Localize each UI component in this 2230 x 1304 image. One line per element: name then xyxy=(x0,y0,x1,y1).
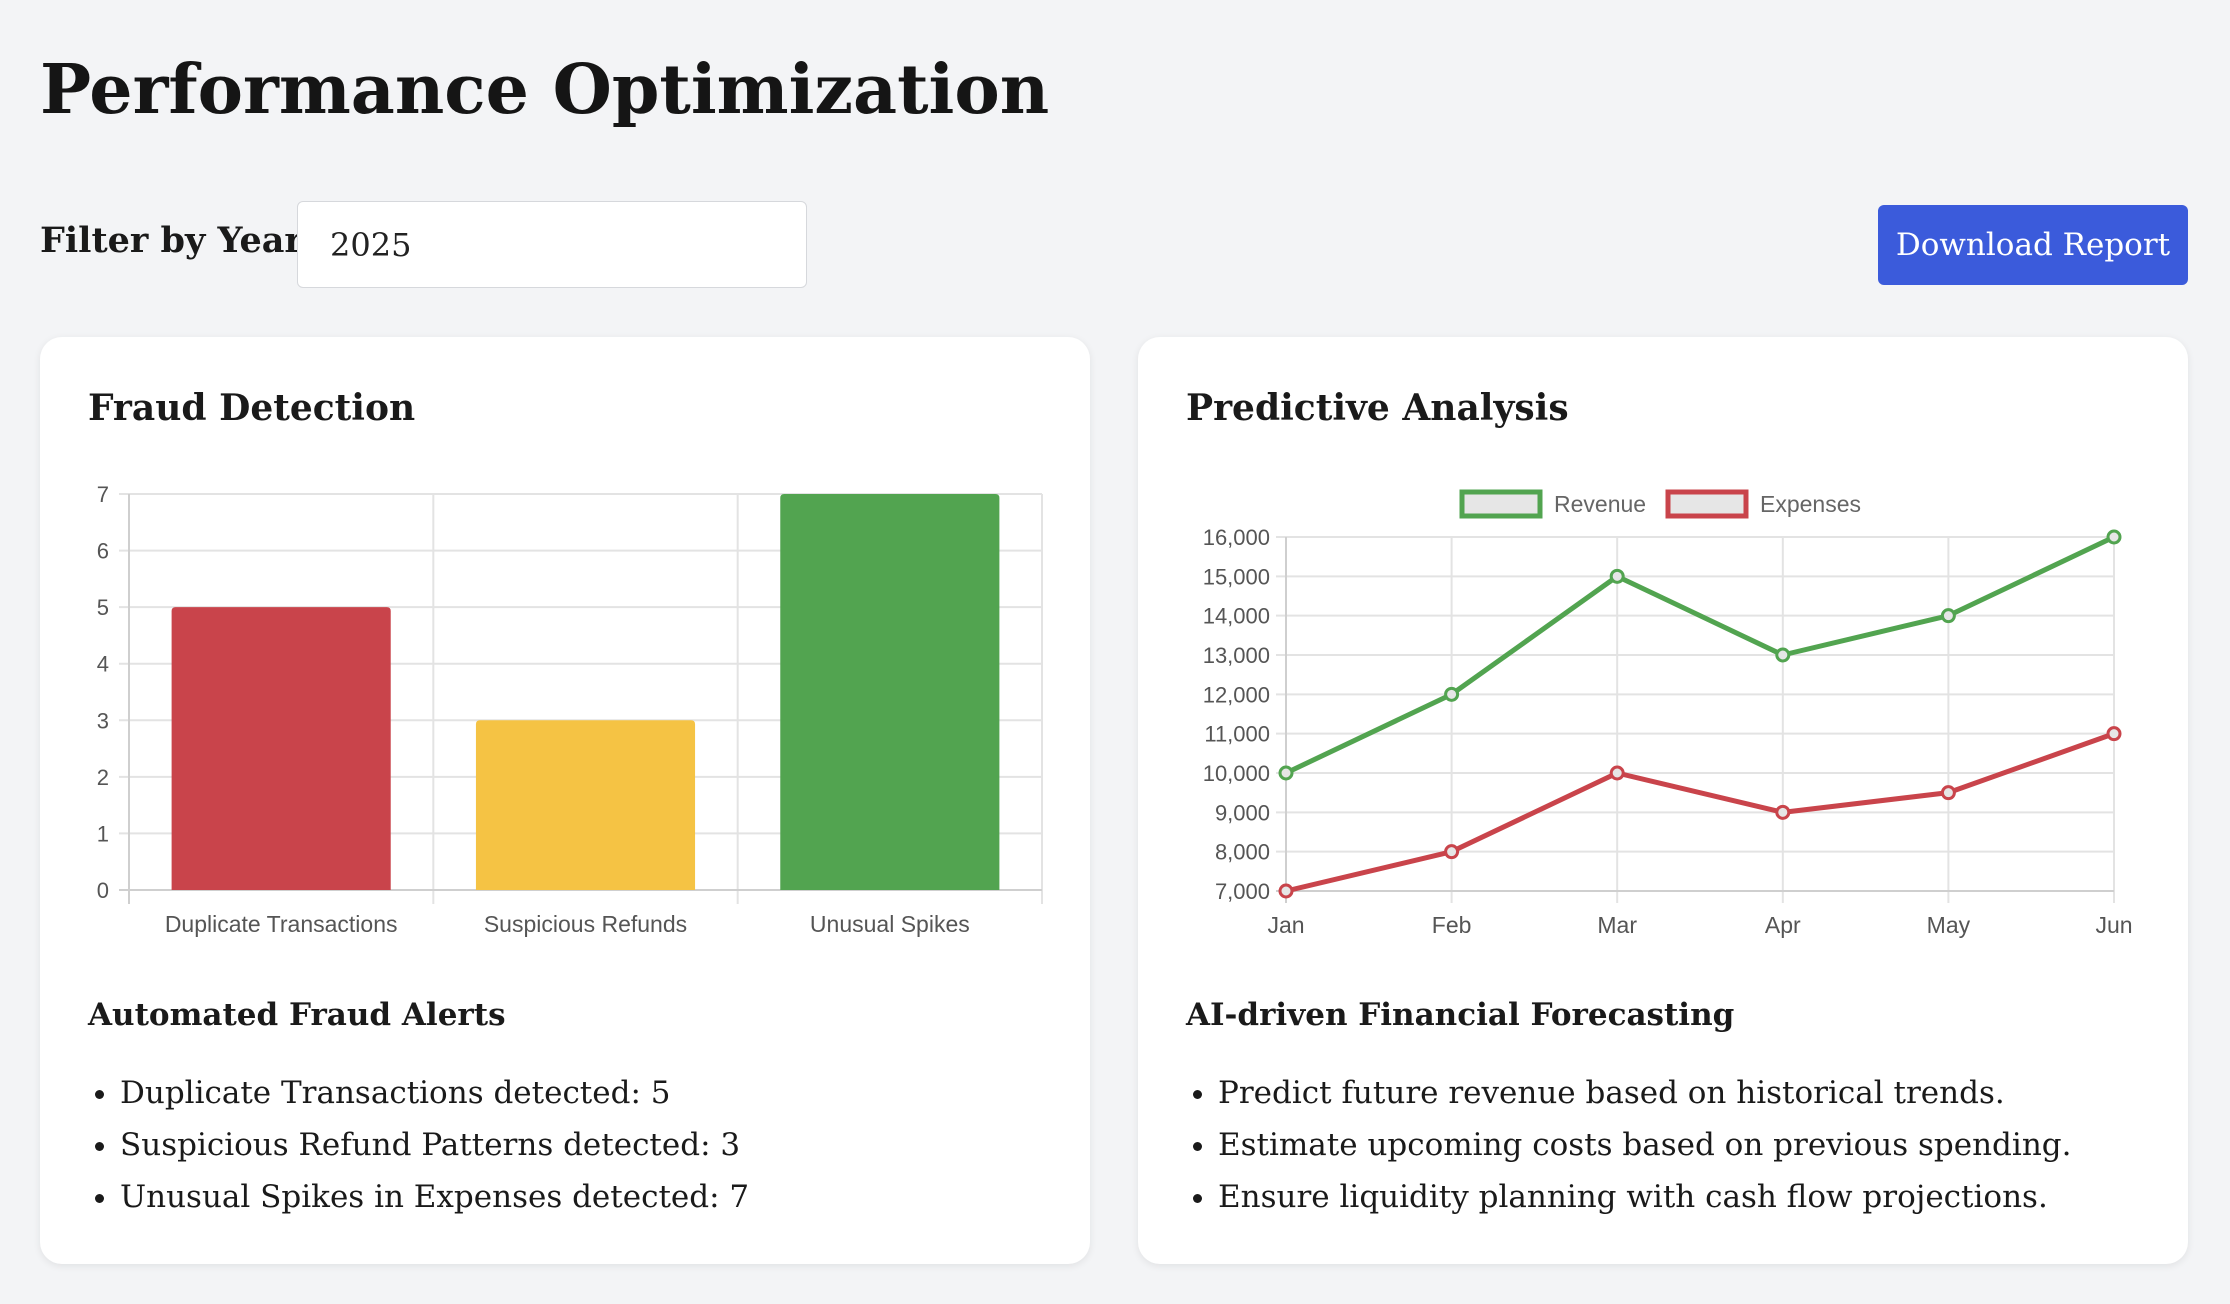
legend-label: Expenses xyxy=(1760,491,1861,517)
legend-label: Revenue xyxy=(1554,491,1646,517)
y-tick-label: 11,000 xyxy=(1204,722,1270,747)
y-tick-label: 13,000 xyxy=(1203,643,1270,668)
data-point xyxy=(1609,568,1625,584)
bar xyxy=(475,720,696,890)
data-point xyxy=(2106,726,2122,742)
y-tick-label: 9,000 xyxy=(1215,800,1270,825)
x-tick-label: Jun xyxy=(2095,912,2132,938)
data-point xyxy=(1609,765,1625,781)
page-title: Performance Optimization xyxy=(40,50,1050,130)
data-point xyxy=(1444,844,1460,860)
y-tick-label: 5 xyxy=(97,595,109,620)
list-item: Predict future revenue based on historic… xyxy=(1218,1067,2071,1119)
y-tick-label: 2 xyxy=(97,765,109,790)
x-tick-label: Duplicate Transactions xyxy=(165,911,398,937)
fraud-alerts-list: Duplicate Transactions detected: 5 Suspi… xyxy=(120,1067,749,1223)
list-item: Duplicate Transactions detected: 5 xyxy=(120,1067,749,1119)
y-tick-label: 14,000 xyxy=(1203,604,1270,629)
data-point xyxy=(2106,529,2122,545)
legend-swatch xyxy=(1459,489,1543,519)
list-item: Estimate upcoming costs based on previou… xyxy=(1218,1119,2071,1171)
forecasting-title: AI-driven Financial Forecasting xyxy=(1186,997,1735,1033)
legend-swatch xyxy=(1665,489,1749,519)
fraud-detection-card: Fraud Detection 0 1 2 3 4 5 6 7 Duplicate Transa… xyxy=(40,337,1090,1264)
x-tick-label: May xyxy=(1927,912,1971,938)
y-tick-label: 6 xyxy=(97,539,109,564)
x-tick-label: Suspicious Refunds xyxy=(484,911,687,937)
y-tick-label: 12,000 xyxy=(1203,682,1270,707)
forecasting-list: Predict future revenue based on historic… xyxy=(1218,1067,2071,1223)
data-point xyxy=(1775,804,1791,820)
x-tick-label: Unusual Spikes xyxy=(810,911,970,937)
y-tick-label: 0 xyxy=(97,878,109,903)
y-tick-label: 3 xyxy=(97,708,109,733)
y-tick-label: 1 xyxy=(97,821,109,846)
fraud-alerts-title: Automated Fraud Alerts xyxy=(88,997,506,1033)
y-tick-label: 16,000 xyxy=(1203,525,1270,550)
list-item: Suspicious Refund Patterns detected: 3 xyxy=(120,1119,749,1171)
y-tick-label: 4 xyxy=(97,652,109,677)
fraud-bar-chart: 0 1 2 3 4 5 6 7 Duplicate Transactions Suspicious… xyxy=(97,482,1043,937)
forecast-line-chart: 7,000 8,000 9,000 10,000 11,000 12,000 13,000 1… xyxy=(1203,489,2133,938)
download-report-button[interactable]: Download Report xyxy=(1878,205,2188,285)
filter-year-label: Filter by Year: xyxy=(40,220,316,261)
y-tick-label: 10,000 xyxy=(1203,761,1270,786)
data-point xyxy=(1775,647,1791,663)
bar xyxy=(780,494,1000,890)
x-tick-label: Feb xyxy=(1432,912,1472,938)
x-tick-label: Mar xyxy=(1597,912,1637,938)
data-point xyxy=(1278,883,1294,899)
year-filter-input[interactable] xyxy=(297,201,807,288)
y-tick-label: 7 xyxy=(97,482,109,507)
predictive-analysis-card: Predictive Analysis 7,000 8,000 9,000 10,00… xyxy=(1138,337,2188,1264)
x-tick-label: Apr xyxy=(1765,912,1801,938)
data-point xyxy=(1444,686,1460,702)
data-point xyxy=(1940,608,1956,624)
list-item: Unusual Spikes in Expenses detected: 7 xyxy=(120,1171,749,1223)
bar xyxy=(171,607,391,890)
y-tick-label: 8,000 xyxy=(1215,840,1270,865)
list-item: Ensure liquidity planning with cash flow… xyxy=(1218,1171,2071,1223)
x-tick-label: Jan xyxy=(1267,912,1304,938)
data-point xyxy=(1278,765,1294,781)
y-tick-label: 15,000 xyxy=(1203,564,1270,589)
y-tick-label: 7,000 xyxy=(1215,879,1270,904)
data-point xyxy=(1940,785,1956,801)
